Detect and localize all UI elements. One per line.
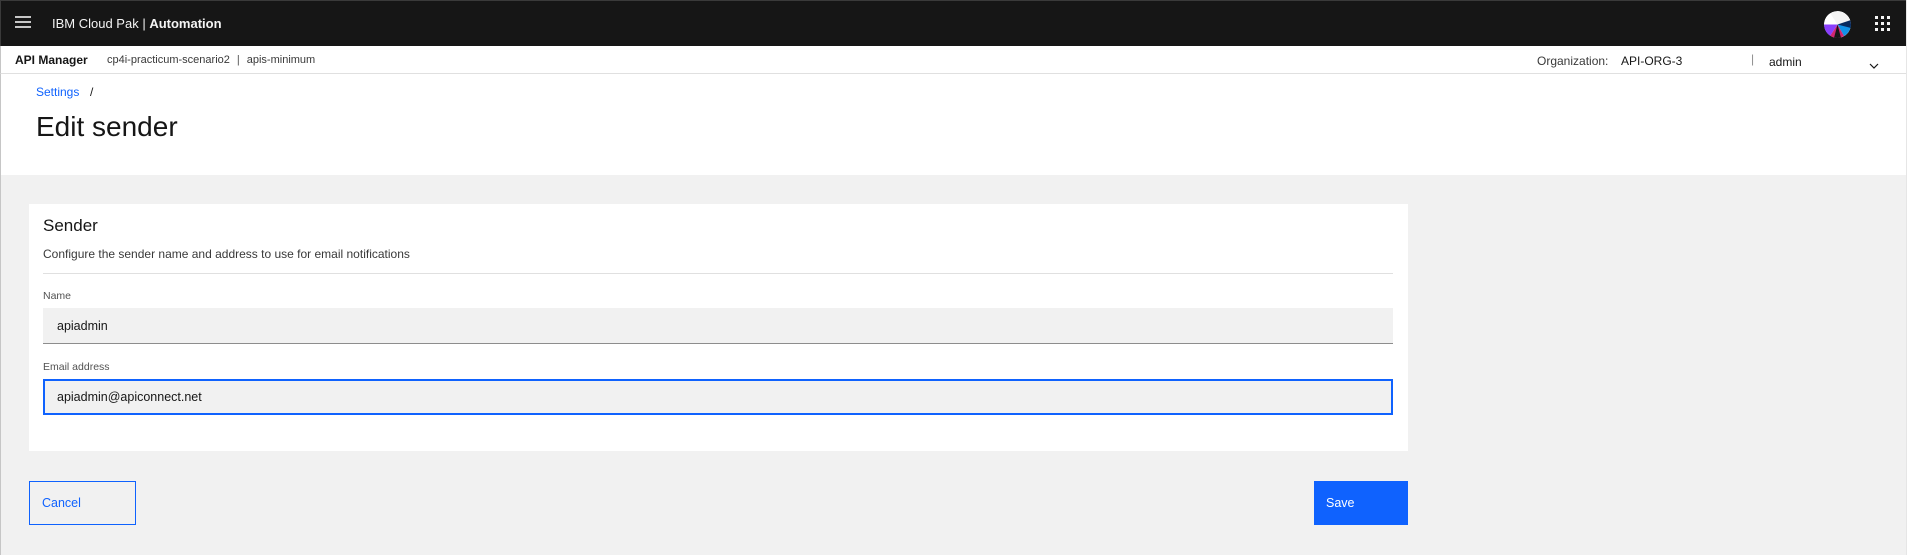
divider [43,273,1393,274]
page-title: Edit sender [36,111,178,142]
app-switcher-icon[interactable] [1875,16,1891,32]
cancel-button[interactable]: Cancel [29,481,136,525]
sender-card: Sender Configure the sender name and add… [29,204,1408,451]
card-title: Sender [43,216,98,235]
brand-name: Automation [149,16,222,31]
crumb-separator: | [236,54,240,66]
global-header: IBM Cloud Pak | Automation [0,0,1906,46]
card-description: Configure the sender name and address to… [43,247,410,261]
email-field-label: Email address [43,361,110,373]
name-field[interactable] [43,308,1393,344]
user-name[interactable]: admin [1769,55,1802,69]
hamburger-menu-icon[interactable] [15,16,31,30]
save-button[interactable]: Save [1314,481,1408,525]
organization-value[interactable]: API-ORG-3 [1621,54,1682,68]
organization-label: Organization: [1537,54,1609,68]
context-breadcrumb: cp4i-practicum-scenario2 | apis-minimum [107,54,315,66]
email-field[interactable] [43,379,1393,415]
catalog-crumb[interactable]: cp4i-practicum-scenario2 [107,54,230,66]
space-crumb[interactable]: apis-minimum [247,54,315,66]
breadcrumb-settings-link[interactable]: Settings [36,85,79,99]
breadcrumb-separator: / [90,85,94,99]
main-content: Sender Configure the sender name and add… [0,175,1906,555]
user-separator: | [1751,52,1755,66]
product-name: API Manager [15,53,88,67]
page-scrollbar[interactable] [1906,0,1919,555]
user-avatar-icon[interactable] [1824,11,1851,38]
page-header: Settings / Edit sender [0,74,1906,175]
chevron-down-icon[interactable] [1869,57,1879,69]
brand-title: IBM Cloud Pak | Automation [52,16,222,31]
app-window: IBM Cloud Pak | Automation API Manager c… [0,0,1906,555]
product-header: API Manager cp4i-practicum-scenario2 | api… [0,46,1906,74]
brand-prefix: IBM Cloud Pak | [52,16,150,31]
name-field-label: Name [43,290,72,302]
